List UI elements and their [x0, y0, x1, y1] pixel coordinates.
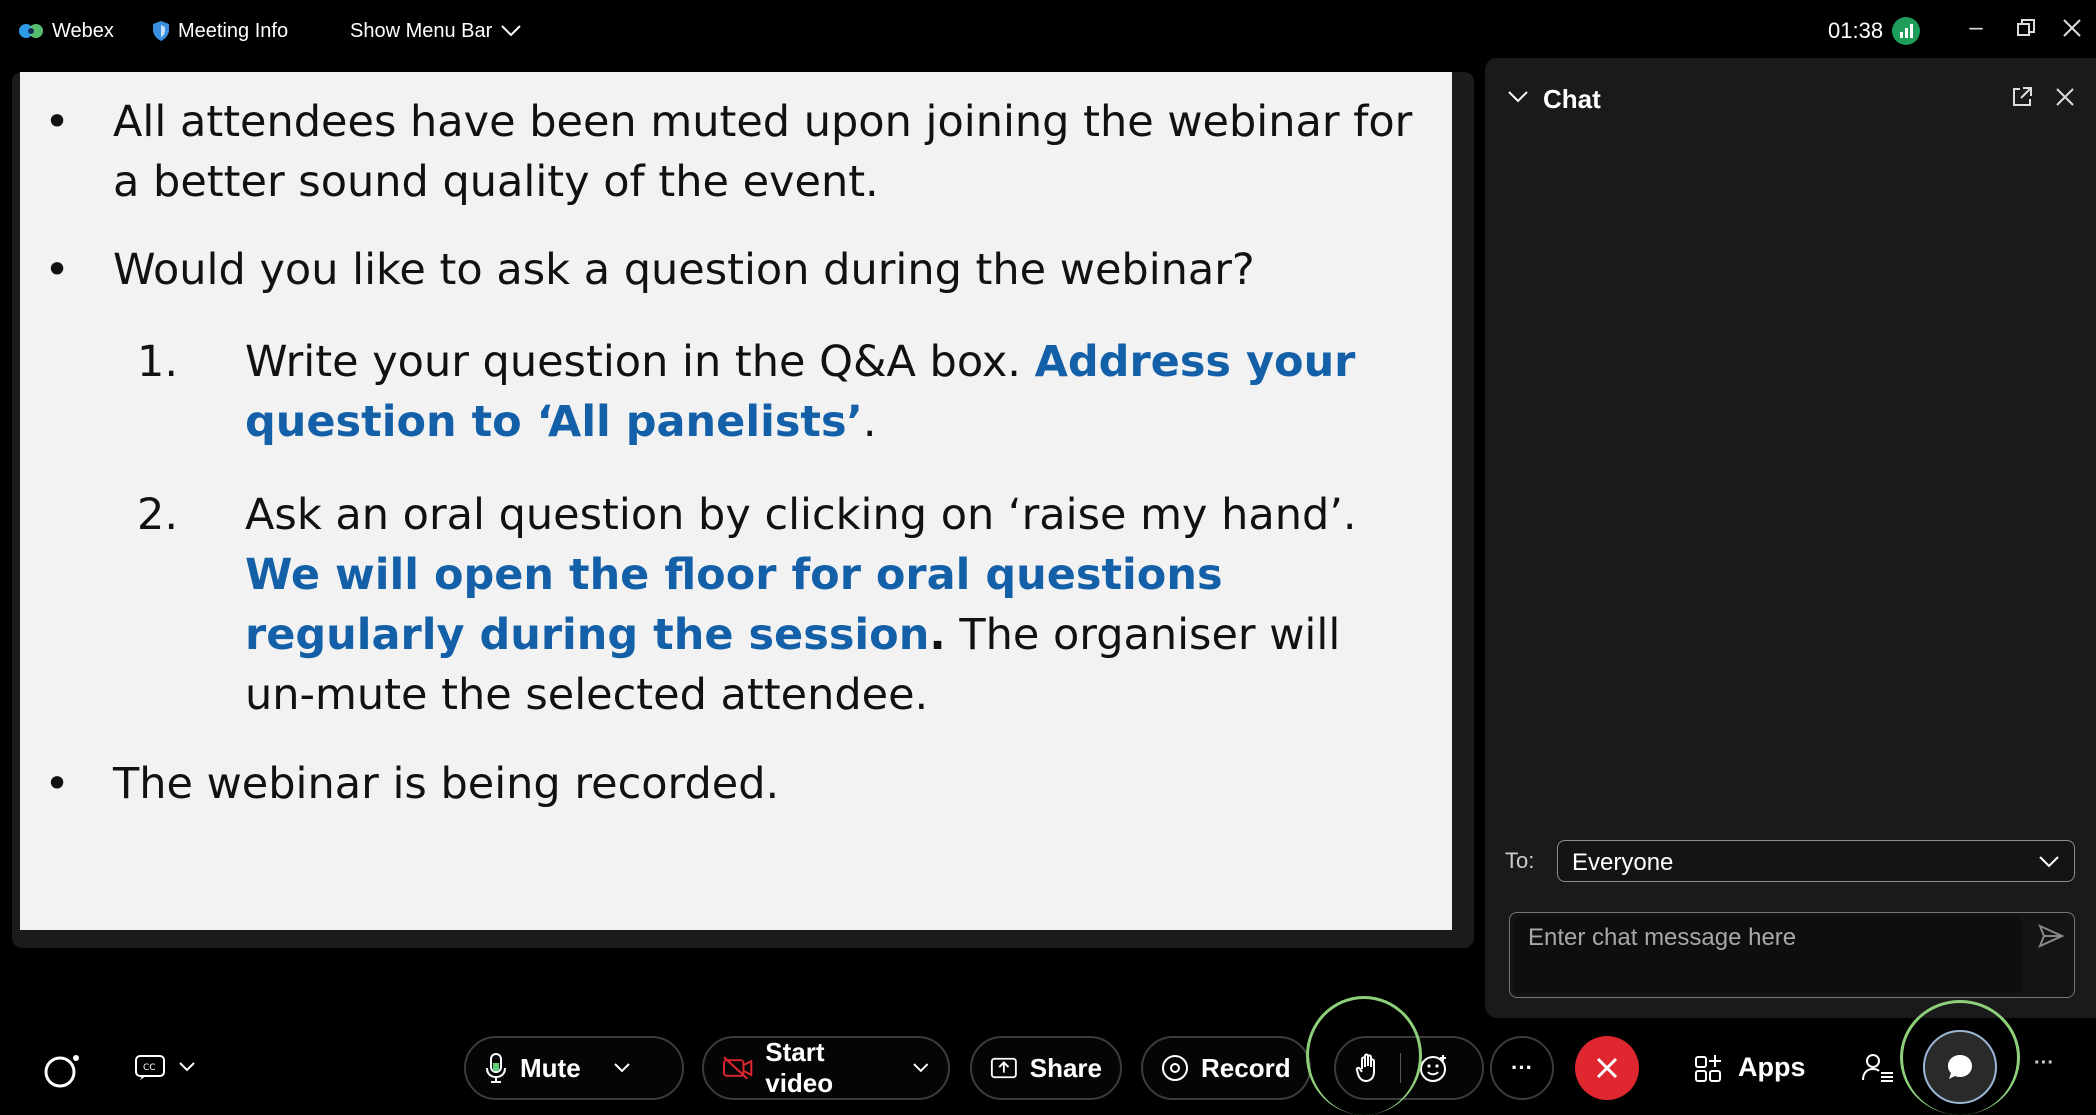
end-call-button[interactable]: [1575, 1036, 1639, 1100]
divider: [1400, 1053, 1401, 1083]
chat-bubble-icon: [1948, 1055, 1972, 1079]
assistant-icon: [44, 1055, 79, 1088]
overflow-icon: ···: [2034, 1052, 2054, 1074]
share-button[interactable]: Share: [970, 1036, 1122, 1100]
recipient-select[interactable]: Everyone: [1557, 840, 2075, 882]
chat-message-box: [1509, 912, 2075, 998]
timer-text: 01:38: [1828, 18, 1884, 43]
item-1-text: Write your question in the Q&A box.: [245, 337, 1021, 387]
share-icon: [990, 1057, 1017, 1079]
bullet-dot: •: [44, 245, 70, 295]
meeting-timer: 01:38: [1828, 16, 1921, 46]
more-icon: ···: [1511, 1055, 1533, 1080]
chevron-down-icon[interactable]: [912, 1062, 930, 1074]
chevron-down-icon: [501, 25, 522, 37]
minimize-icon: –: [1969, 14, 1983, 41]
close-chat-icon[interactable]: [2055, 87, 2075, 107]
apps-icon: [1695, 1054, 1721, 1082]
bullet-dot: •: [44, 759, 70, 809]
start-video-button[interactable]: Start video: [702, 1036, 950, 1100]
apps-label: Apps: [1738, 1052, 1806, 1082]
show-menu-bar-label: Show Menu Bar: [350, 19, 493, 42]
webex-logo-icon: [19, 24, 43, 38]
microphone-icon: [486, 1053, 506, 1083]
minimize-button[interactable]: –: [1956, 10, 1996, 46]
slide-bullet-1: All attendees have been muted upon joini…: [113, 97, 1413, 207]
mute-button[interactable]: Mute: [464, 1036, 684, 1100]
chevron-down-icon: [2039, 856, 2059, 868]
to-label: To:: [1505, 848, 1535, 873]
restore-button[interactable]: [2006, 10, 2046, 46]
record-label: Record: [1201, 1052, 1291, 1083]
app-name: Webex: [52, 19, 114, 42]
end-call-icon: [1596, 1057, 1618, 1079]
participants-button[interactable]: [1856, 1046, 1900, 1090]
shared-slide: • All attendees have been muted upon joi…: [20, 72, 1452, 930]
item-1-end: .: [862, 397, 877, 447]
chat-panel: Chat To: Everyone: [1485, 58, 2096, 1018]
recipient-value: Everyone: [1572, 849, 1674, 876]
network-icon[interactable]: [1891, 16, 1921, 46]
record-icon: [1162, 1055, 1188, 1081]
title-bar: Webex Meeting Info Show Menu Bar 01:38 –: [0, 0, 2096, 62]
record-button[interactable]: Record: [1141, 1036, 1311, 1100]
send-icon[interactable]: [2038, 923, 2064, 949]
mute-label: Mute: [520, 1052, 581, 1083]
slide-item-1: Write your question in the Q&A box. Addr…: [245, 332, 1425, 452]
meeting-info-label: Meeting Info: [178, 19, 289, 42]
start-video-label: Start video: [765, 1037, 834, 1098]
overflow-button[interactable]: ···: [2034, 1052, 2054, 1075]
chat-message-input[interactable]: [1526, 923, 2010, 953]
reactions-group: [1334, 1036, 1484, 1100]
more-options-button[interactable]: ···: [1490, 1036, 1554, 1100]
bullet-dot: •: [44, 97, 70, 147]
chat-title: Chat: [1543, 84, 1601, 114]
collapse-chat-icon[interactable]: [1507, 90, 1529, 104]
captions-button[interactable]: CC: [134, 1054, 196, 1080]
show-menu-bar-button[interactable]: Show Menu Bar: [350, 16, 522, 46]
meeting-info-button[interactable]: Meeting Info: [152, 16, 288, 46]
item-1-number: 1.: [137, 337, 179, 387]
assistant-button[interactable]: [40, 1048, 84, 1092]
video-off-icon: [722, 1056, 753, 1080]
raise-hand-icon[interactable]: [1354, 1053, 1382, 1083]
captions-icon: CC: [135, 1055, 165, 1080]
apps-button[interactable]: Apps: [1694, 1052, 1806, 1083]
item-2-text: Ask an oral question by clicking on ‘rai…: [245, 490, 1357, 540]
slide-bullet-3: The webinar is being recorded.: [113, 759, 780, 809]
svg-text:CC: CC: [143, 1063, 156, 1073]
chat-button-inner: [1923, 1030, 1997, 1104]
reaction-icon[interactable]: [1419, 1053, 1449, 1083]
chat-button[interactable]: [1900, 1000, 2020, 1115]
item-2-dot: .: [929, 610, 946, 660]
item-2-number: 2.: [137, 490, 179, 540]
popout-icon[interactable]: [2011, 86, 2033, 108]
chevron-down-icon: [179, 1062, 195, 1072]
slide-bullet-2: Would you like to ask a question during …: [113, 245, 1255, 295]
chat-message-area: [1514, 917, 2022, 993]
close-icon: [2063, 19, 2081, 37]
webex-app-menu[interactable]: Webex: [18, 16, 114, 46]
shield-icon: [153, 21, 169, 41]
slide-item-2: Ask an oral question by clicking on ‘rai…: [245, 485, 1395, 725]
close-window-button[interactable]: [2052, 10, 2092, 46]
participants-icon: [1862, 1054, 1893, 1082]
share-label: Share: [1029, 1052, 1102, 1083]
chevron-down-icon[interactable]: [613, 1062, 631, 1074]
restore-icon: [2017, 19, 2035, 36]
